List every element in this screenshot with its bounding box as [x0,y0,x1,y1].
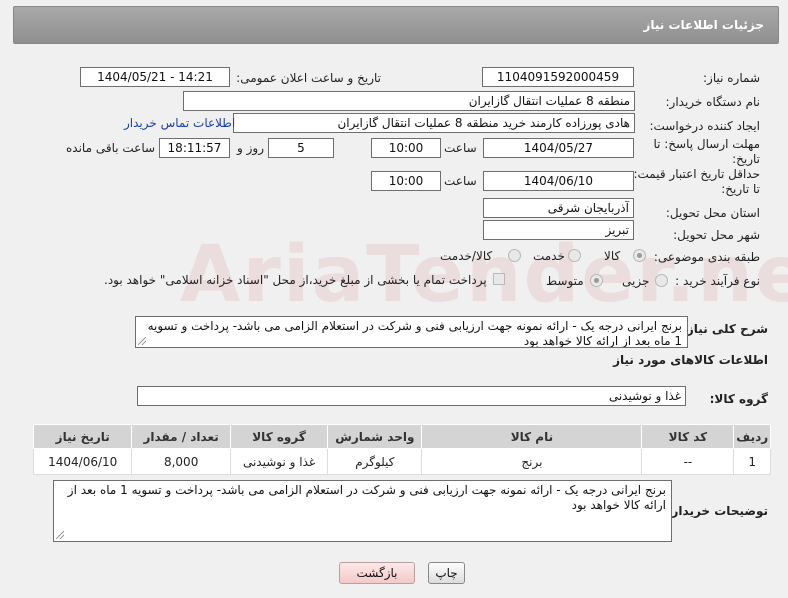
validity-time-field: 10:00 [371,171,441,191]
deadline-date-field: 1404/05/27 [483,138,634,158]
category-service-radio[interactable] [568,249,581,262]
validity-date-field: 1404/06/10 [483,171,634,191]
resize-grip-icon[interactable] [138,337,146,345]
buyer-contact-link[interactable]: اطلاعات تماس خریدار [124,116,235,130]
col-row: ردیف [733,424,771,449]
process-label: نوع فرآیند خرید : [675,274,760,288]
process-medium-radio[interactable] [590,274,603,287]
print-button[interactable]: چاپ [428,562,465,584]
city-field: تبریز [483,220,634,240]
general-desc-text: برنج ایرانی درجه یک - ارائه نمونه جهت ار… [147,319,682,348]
buyer-notes-textarea[interactable]: برنج ایرانی درجه یک - ارائه نمونه جهت ار… [53,480,672,542]
process-minor-label: جزیی [622,274,650,288]
buyer-notes-label: توضیحات خریدار: [666,504,768,518]
need-number-field: 1104091592000459 [482,67,634,87]
col-quantity: تعداد / مقدار [131,424,231,449]
remaining-time-field: 18:11:57 [159,138,230,158]
category-goods-service-label: کالا/خدمت [440,249,493,263]
buyer-org-field: منطقه 8 عملیات انتقال گازایران [183,91,635,111]
validity-label-date: تا تاریخ: [721,182,760,196]
validity-label: حداقل تاریخ اعتبار قیمت: [633,167,760,181]
deadline-time-field: 10:00 [371,138,441,158]
deadline-time-label: ساعت [444,141,477,155]
cell-row: 1 [733,448,771,475]
back-button[interactable]: بازگشت [339,562,415,584]
treasury-payment-checkbox[interactable] [493,273,505,285]
col-name: نام کالا [421,424,643,449]
goods-group-label: گروه کالا: [709,392,768,406]
buyer-org-label: نام دستگاه خریدار: [665,95,761,109]
province-label: استان محل تحویل: [665,206,760,220]
process-medium-label: متوسط [546,274,584,288]
cell-need-date: 1404/06/10 [32,448,133,475]
general-desc-label: شرح کلی نیاز: [682,322,768,336]
category-goods-radio[interactable] [633,249,646,262]
category-service-label: خدمت [533,249,565,263]
col-group: گروه کالا [229,424,329,449]
days-remaining-field: 5 [268,138,334,158]
goods-group-field: غذا و نوشیدنی [137,386,686,406]
general-desc-textarea[interactable]: برنج ایرانی درجه یک - ارائه نمونه جهت ار… [135,316,688,348]
cell-code: -- [641,448,735,475]
category-goods-label: کالا [604,249,621,263]
buyer-notes-text: برنج ایرانی درجه یک - ارائه نمونه جهت ار… [67,483,666,512]
process-minor-radio[interactable] [655,274,668,287]
deadline-label: مهلت ارسال پاسخ: تا [653,137,760,151]
cell-name: برنج [421,448,643,475]
resize-grip-icon[interactable] [56,531,64,539]
creator-field: هادی پورزاده کارمند خرید منطقه 8 عملیات … [233,113,635,133]
city-label: شهر محل تحویل: [673,228,760,242]
cell-quantity: 8,000 [131,448,231,475]
cell-unit: کیلوگرم [327,448,423,475]
col-unit: واحد شمارش [327,424,423,449]
col-need-date: تاریخ نیاز [32,424,133,449]
need-number-label: شماره نیاز: [703,71,760,85]
table-row: 1 -- برنج کیلوگرم غذا و نوشیدنی 8,000 14… [32,448,771,475]
goods-table: ردیف کد کالا نام کالا واحد شمارش گروه کا… [32,424,771,475]
goods-section-title: اطلاعات کالاهای مورد نیاز [613,353,768,367]
col-code: کد کالا [641,424,735,449]
page-header: جزئیات اطلاعات نیاز [13,6,779,44]
announce-date-label: تاریخ و ساعت اعلان عمومی: [236,71,381,85]
category-label: طبقه بندی موضوعی: [653,250,760,264]
category-goods-service-radio[interactable] [508,249,521,262]
page-title: جزئیات اطلاعات نیاز [643,18,764,32]
days-label: روز و [237,141,264,155]
validity-time-label: ساعت [444,174,477,188]
province-field: آذربایجان شرقی [483,198,634,218]
goods-table-header: ردیف کد کالا نام کالا واحد شمارش گروه کا… [32,424,771,449]
creator-label: ایجاد کننده درخواست: [649,119,760,133]
remaining-time-label: ساعت باقی مانده [66,141,156,155]
deadline-label-date: تاریخ: [732,152,760,166]
cell-group: غذا و نوشیدنی [229,448,329,475]
treasury-payment-note: پرداخت تمام یا بخشی از مبلغ خرید،از محل … [104,273,487,287]
announce-date-field: 1404/05/21 - 14:21 [80,67,230,87]
